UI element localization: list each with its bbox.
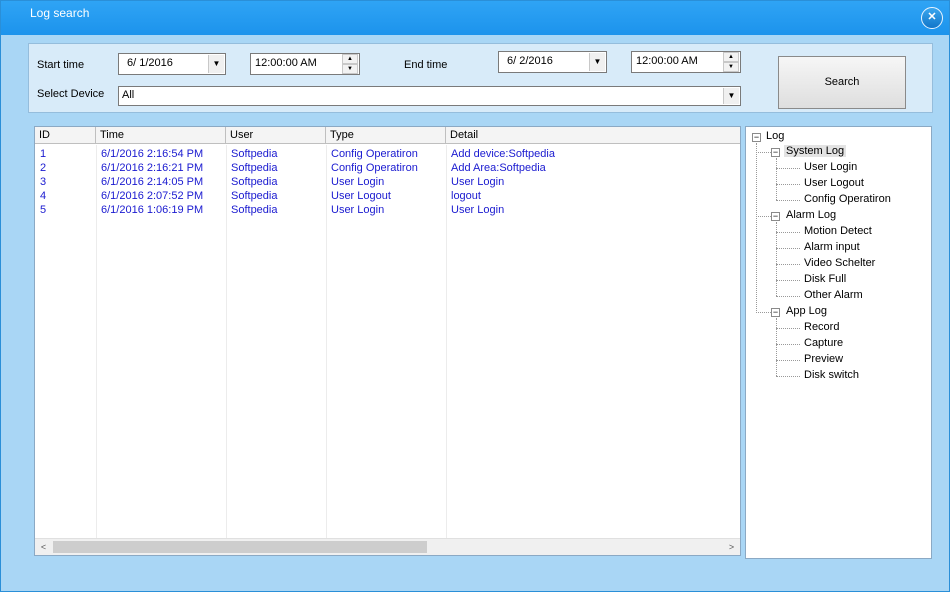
collapse-icon[interactable]: − [771,308,780,317]
tree-node-record[interactable]: Record [804,321,839,333]
tree-node-disk-switch[interactable]: Disk switch [804,369,859,381]
cell-type: User Logout [331,190,391,202]
chevron-down-icon[interactable]: ▼ [208,55,224,73]
table-row[interactable]: 2 6/1/2016 2:16:21 PM Softpedia Config O… [35,161,740,175]
cell-user: Softpedia [231,204,278,216]
end-time-value: 12:00:00 AM [636,55,698,67]
cell-type: User Login [331,176,385,188]
table-row[interactable]: 1 6/1/2016 2:16:54 PM Softpedia Config O… [35,147,740,161]
chevron-down-icon[interactable]: ▼ [723,88,739,104]
cell-user: Softpedia [231,190,278,202]
log-category-tree: − Log − System Log User Login User Logou… [745,126,932,559]
device-select-value: All [122,89,135,101]
spin-up-icon[interactable]: ▲ [342,54,358,64]
collapse-icon[interactable]: − [771,148,780,157]
cell-id: 2 [40,162,47,174]
end-date-value: 6/ 2/2016 [507,55,553,67]
scroll-left-icon[interactable]: < [35,539,52,555]
close-icon: ✕ [927,11,937,23]
cell-id: 1 [40,148,47,160]
spin-down-icon[interactable]: ▼ [342,64,358,74]
cell-user: Softpedia [231,176,278,188]
column-header-detail[interactable]: Detail [446,127,740,144]
horizontal-scrollbar[interactable]: < > [35,538,740,555]
tree-node-preview[interactable]: Preview [804,353,843,365]
end-date-picker[interactable]: 6/ 2/2016 ▼ [498,51,607,73]
cell-id: 5 [40,204,47,216]
cell-detail: Add Area:Softpedia [451,162,546,174]
end-time-label: End time [404,59,448,71]
title-bar[interactable]: Log search ✕ [1,1,949,35]
tree-node-user-login[interactable]: User Login [804,161,857,173]
start-time-label: Start time [37,59,85,71]
cell-id: 4 [40,190,47,202]
cell-time: 6/1/2016 2:16:21 PM [101,162,204,174]
end-time-stepper[interactable]: 12:00:00 AM ▲ ▼ [631,51,741,73]
cell-time: 6/1/2016 2:14:05 PM [101,176,204,188]
cell-time: 6/1/2016 2:16:54 PM [101,148,204,160]
tree-node-capture[interactable]: Capture [804,337,843,349]
start-time-stepper[interactable]: 12:00:00 AM ▲ ▼ [250,53,360,75]
select-device-label: Select Device [37,88,105,100]
tree-node-video-shelter[interactable]: Video Schelter [804,257,875,269]
search-button[interactable]: Search [778,56,906,109]
table-row[interactable]: 3 6/1/2016 2:14:05 PM Softpedia User Log… [35,175,740,189]
cell-detail: logout [451,190,481,202]
table-row[interactable]: 4 6/1/2016 2:07:52 PM Softpedia User Log… [35,189,740,203]
spin-up-icon[interactable]: ▲ [723,52,739,62]
column-header-time[interactable]: Time [96,127,226,144]
table-row[interactable]: 5 6/1/2016 1:06:19 PM Softpedia User Log… [35,203,740,217]
tree-node-app-log[interactable]: App Log [786,305,827,317]
scrollbar-thumb[interactable] [53,541,427,553]
log-search-window: Log search ✕ Start time 6/ 1/2016 ▼ 12:0… [0,0,950,592]
start-date-value: 6/ 1/2016 [127,57,173,69]
cell-detail: User Login [451,204,505,216]
cell-id: 3 [40,176,47,188]
table-header: ID Time User Type Detail [35,127,740,144]
tree-node-config-operation[interactable]: Config Operatiron [804,193,891,205]
close-button[interactable]: ✕ [921,7,943,29]
tree-node-alarm-input[interactable]: Alarm input [804,241,860,253]
spin-down-icon[interactable]: ▼ [723,62,739,72]
collapse-icon[interactable]: − [752,133,761,142]
tree-node-disk-full[interactable]: Disk Full [804,273,846,285]
collapse-icon[interactable]: − [771,212,780,221]
cell-user: Softpedia [231,162,278,174]
column-header-type[interactable]: Type [326,127,446,144]
column-header-user[interactable]: User [226,127,326,144]
cell-user: Softpedia [231,148,278,160]
chevron-down-icon[interactable]: ▼ [589,53,605,71]
table-body: 1 6/1/2016 2:16:54 PM Softpedia Config O… [35,145,740,538]
tree-node-system-log[interactable]: System Log [784,145,847,157]
cell-detail: Add device:Softpedia [451,148,555,160]
tree-node-other-alarm[interactable]: Other Alarm [804,289,863,301]
cell-type: Config Operatiron [331,162,418,174]
log-table: ID Time User Type Detail 1 6/1/2016 2:16… [34,126,741,556]
scroll-right-icon[interactable]: > [723,539,740,555]
start-time-value: 12:00:00 AM [255,57,317,69]
tree-node-log[interactable]: Log [766,130,784,142]
cell-type: Config Operatiron [331,148,418,160]
column-header-id[interactable]: ID [35,127,96,144]
tree-node-alarm-log[interactable]: Alarm Log [786,209,836,221]
cell-type: User Login [331,204,385,216]
tree-node-motion-detect[interactable]: Motion Detect [804,225,872,237]
cell-time: 6/1/2016 2:07:52 PM [101,190,204,202]
window-title: Log search [30,6,90,20]
cell-time: 6/1/2016 1:06:19 PM [101,204,204,216]
cell-detail: User Login [451,176,505,188]
device-select[interactable]: All ▼ [118,86,741,106]
tree-node-user-logout[interactable]: User Logout [804,177,864,189]
start-date-picker[interactable]: 6/ 1/2016 ▼ [118,53,226,75]
